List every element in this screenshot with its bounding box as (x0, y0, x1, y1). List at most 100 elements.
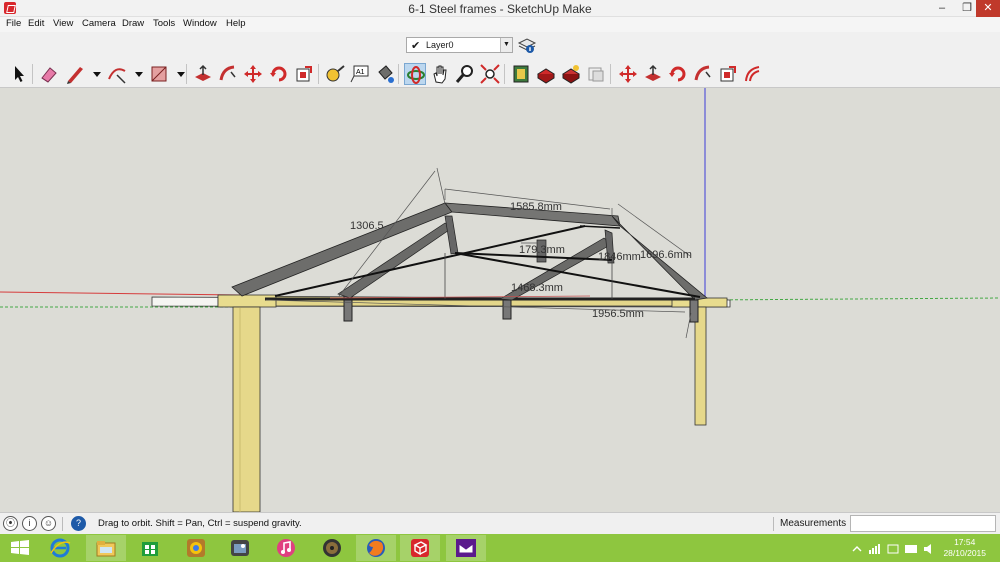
rectangle-icon[interactable] (148, 63, 170, 85)
menu-tools[interactable]: Tools (153, 18, 175, 29)
checkmark-icon: ✔ (411, 40, 421, 52)
menu-view[interactable]: View (53, 18, 73, 29)
pan-icon[interactable] (429, 63, 451, 85)
notification-icon[interactable] (905, 545, 917, 553)
menu-help[interactable]: Help (226, 18, 246, 29)
window-title: 6-1 Steel frames - SketchUp Make (408, 2, 592, 16)
model-drawing[interactable]: 1306.5 1585.8mm 179.3mm 1846mm 1696.6mm … (0, 88, 1000, 512)
file-explorer-icon (96, 541, 116, 557)
taskbar-internet-explorer[interactable] (40, 535, 80, 561)
taskbar-yahoo-mail[interactable] (446, 535, 486, 561)
dimension-label-7: 1956.5mm (592, 308, 644, 320)
move-icon[interactable] (242, 63, 264, 85)
paint-bucket-icon[interactable] (374, 63, 396, 85)
orbit-icon[interactable] (404, 63, 426, 85)
user-icon[interactable]: ☺ (41, 516, 56, 531)
rotate-icon[interactable] (268, 63, 290, 85)
follow-me-icon[interactable] (217, 63, 239, 85)
dimension-label-4: 1846mm (598, 251, 641, 263)
dimension-label-1: 1306.5 (350, 220, 384, 232)
chrome-icon (187, 539, 205, 557)
menu-camera[interactable]: Camera (82, 18, 116, 29)
components-icon[interactable] (535, 63, 557, 85)
red-axis (0, 291, 241, 296)
toolbar-separator (610, 64, 611, 84)
scale-icon[interactable] (293, 63, 315, 85)
yahoo-mail-icon (456, 539, 476, 557)
dimension-label-6: 1468.3mm (511, 282, 563, 294)
media-player-icon (323, 539, 341, 557)
3d-warehouse-icon[interactable] (510, 63, 532, 85)
layout-icon[interactable] (585, 63, 607, 85)
dimension-label-2: 1585.8mm (510, 201, 562, 213)
clock-time: 17:54 (954, 537, 976, 547)
follow-me-icon[interactable] (692, 63, 714, 85)
scale-icon[interactable] (717, 63, 739, 85)
svg-text:A1: A1 (356, 69, 365, 76)
firefox-icon (367, 539, 385, 557)
menu-draw[interactable]: Draw (122, 18, 144, 29)
status-separator (773, 517, 774, 531)
taskbar-firefox[interactable] (356, 535, 396, 561)
taskbar-store[interactable] (130, 535, 170, 561)
tape-measure-icon[interactable] (324, 63, 346, 85)
eraser-icon[interactable] (38, 63, 60, 85)
chevron-down-icon[interactable] (128, 63, 143, 85)
show-hidden-icons-icon[interactable] (852, 546, 862, 552)
taskbar-media-player[interactable] (312, 535, 352, 561)
chevron-down-icon[interactable] (86, 63, 101, 85)
offset-icon[interactable] (742, 63, 764, 85)
system-clock[interactable]: 17:54 28/10/2015 (943, 537, 986, 559)
toolbar-separator (318, 64, 319, 84)
move-icon[interactable] (617, 63, 639, 85)
bracket-middle[interactable] (502, 298, 512, 320)
bracket-right[interactable] (689, 299, 699, 323)
dimension-label-5: 1696.6mm (640, 249, 692, 261)
model-viewport[interactable]: 1306.5 1585.8mm 179.3mm 1846mm 1696.6mm … (0, 88, 1000, 512)
start-button[interactable] (0, 535, 40, 561)
menu-file[interactable]: File (6, 18, 21, 29)
geo-location-icon[interactable]: ⦿ (3, 516, 18, 531)
volume-icon[interactable] (924, 544, 931, 554)
status-bar: ⦿ i ☺ ? Drag to orbit. Shift = Pan, Ctrl… (0, 512, 1000, 534)
menu-edit[interactable]: Edit (28, 18, 44, 29)
chevron-down-icon[interactable] (170, 63, 185, 85)
close-button[interactable]: ✕ (976, 0, 1000, 17)
rotate-icon[interactable] (667, 63, 689, 85)
text-icon[interactable]: A1 (349, 63, 371, 85)
windows-taskbar: 17:54 28/10/2015 (0, 534, 1000, 562)
truss-strut-left[interactable] (444, 215, 459, 255)
title-bar: 6-1 Steel frames - SketchUp Make – ❐ ✕ (0, 0, 1000, 17)
taskbar-itunes[interactable] (266, 535, 306, 561)
layer-manager-icon[interactable] (517, 35, 537, 55)
credits-icon[interactable]: i (22, 516, 37, 531)
right-post[interactable] (694, 306, 707, 426)
start-icon (11, 540, 29, 555)
layer-name: Layer0 (426, 40, 454, 50)
minimize-button[interactable]: – (930, 0, 954, 17)
extension-warehouse-icon[interactable] (560, 63, 582, 85)
menu-window[interactable]: Window (183, 18, 217, 29)
chevron-down-icon[interactable]: ▼ (500, 38, 512, 52)
taskbar-sketchup[interactable] (400, 535, 440, 561)
push-pull-icon[interactable] (642, 63, 664, 85)
layer-dropdown[interactable]: ✔ Layer0 ▼ (406, 37, 513, 53)
tension-rod-c[interactable] (579, 225, 621, 229)
measurements-input[interactable] (850, 515, 996, 532)
left-post[interactable] (232, 306, 261, 512)
push-pull-icon[interactable] (192, 63, 214, 85)
signal-icon[interactable] (869, 550, 871, 554)
taskbar-file-explorer[interactable] (86, 535, 126, 561)
left-plate-block[interactable] (217, 294, 277, 308)
toolbar-separator (504, 64, 505, 84)
network-icon[interactable] (887, 544, 899, 554)
help-icon[interactable]: ? (71, 516, 86, 531)
pencil-icon[interactable] (64, 63, 86, 85)
zoom-icon[interactable] (454, 63, 476, 85)
status-separator (62, 517, 63, 531)
taskbar-photos[interactable] (220, 535, 260, 561)
zoom-extents-icon[interactable] (479, 63, 501, 85)
arc-icon[interactable] (106, 63, 128, 85)
select-icon[interactable] (8, 63, 30, 85)
taskbar-chrome[interactable] (176, 535, 216, 561)
